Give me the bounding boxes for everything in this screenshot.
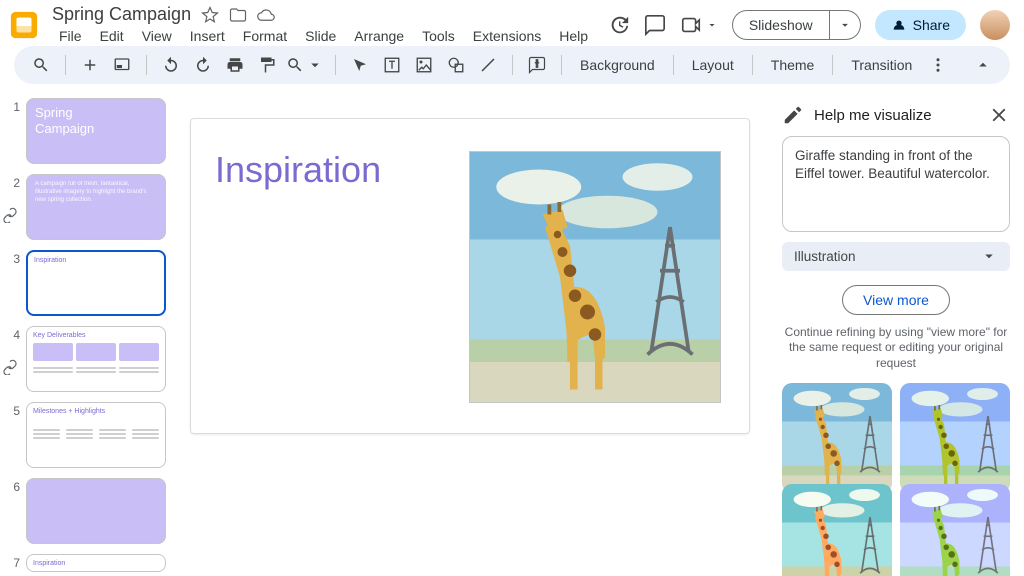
thumb-number: 3 [8,250,20,316]
thumb-3-title: Inspiration [28,252,164,264]
style-select[interactable]: Illustration [782,242,1010,271]
doc-title[interactable]: Spring Campaign [52,4,191,25]
select-tool[interactable] [345,50,375,80]
collapse-toolbar-button[interactable] [968,50,998,80]
zoom-button[interactable] [284,50,326,80]
thumb-number: 7 [8,554,20,572]
thumb-slide-7[interactable]: Inspiration [26,554,166,572]
search-menus-button[interactable] [26,50,56,80]
thumb-number: 6 [8,478,20,544]
link-icon [2,359,18,375]
link-icon [2,207,18,223]
thumb-2-text: A campaign full of fresh, fantastical, i… [27,175,165,210]
meet-icon[interactable] [680,14,702,36]
layout-button[interactable]: Layout [683,53,743,77]
new-slide-template-button[interactable] [107,50,137,80]
redo-button[interactable] [188,50,218,80]
toolbar-overflow-button[interactable] [923,50,953,80]
menu-file[interactable]: File [52,26,89,46]
comments-icon[interactable] [644,14,666,36]
person-icon [891,17,907,33]
style-select-value: Illustration [794,249,856,264]
menu-format[interactable]: Format [236,26,294,46]
move-folder-icon[interactable] [229,6,247,24]
star-icon[interactable] [201,6,219,24]
result-image-4[interactable] [900,484,1010,576]
current-slide[interactable]: Inspiration [190,118,750,434]
line-tool[interactable] [473,50,503,80]
thumb-slide-1[interactable]: Spring Campaign [26,98,166,164]
panel-title: Help me visualize [814,107,932,124]
thumb-4-title: Key Deliverables [27,327,165,339]
menu-extensions[interactable]: Extensions [466,26,548,46]
textbox-tool[interactable] [377,50,407,80]
slide-heading[interactable]: Inspiration [215,149,381,191]
thumb-slide-2[interactable]: A campaign full of fresh, fantastical, i… [26,174,166,240]
toolbar: Background Layout Theme Transition [14,46,1010,84]
menu-slide[interactable]: Slide [298,26,343,46]
refine-hint: Continue refining by using "view more" f… [782,325,1010,372]
slideshow-button[interactable]: Slideshow [732,10,830,40]
menu-edit[interactable]: Edit [93,26,131,46]
thumb-1-title: Spring Campaign [27,99,165,142]
menubar: File Edit View Insert Format Slide Arran… [52,26,595,46]
thumb-slide-4[interactable]: Key Deliverables [26,326,166,392]
theme-button[interactable]: Theme [762,53,824,77]
print-button[interactable] [220,50,250,80]
transition-button[interactable]: Transition [842,53,921,77]
share-label: Share [913,17,950,33]
help-me-visualize-panel: Help me visualize Giraffe standing in fr… [768,92,1024,576]
thumb-slide-5[interactable]: Milestones + Highlights [26,402,166,468]
thumb-number: 1 [8,98,20,164]
prompt-input[interactable]: Giraffe standing in front of the Eiffel … [782,136,1010,232]
thumb-slide-3[interactable]: Inspiration [26,250,166,316]
history-icon[interactable] [608,14,630,36]
view-more-button[interactable]: View more [842,285,950,315]
slide-inserted-image[interactable] [469,151,721,403]
slideshow-label: Slideshow [749,17,813,33]
menu-tools[interactable]: Tools [415,26,462,46]
thumb-slide-6[interactable] [26,478,166,544]
menu-arrange[interactable]: Arrange [347,26,411,46]
menu-view[interactable]: View [135,26,179,46]
result-image-3[interactable] [782,484,892,576]
thumb-number: 5 [8,402,20,468]
thumb-5-title: Milestones + Highlights [27,403,165,415]
slide-canvas[interactable]: Inspiration [172,92,768,576]
new-slide-button[interactable] [75,50,105,80]
account-avatar[interactable] [980,10,1010,40]
background-button[interactable]: Background [571,53,664,77]
close-icon[interactable] [988,104,1010,126]
paint-format-button[interactable] [252,50,282,80]
cloud-saved-icon[interactable] [257,6,275,24]
image-tool[interactable] [409,50,439,80]
app-logo[interactable] [8,9,40,41]
undo-button[interactable] [156,50,186,80]
shape-tool[interactable] [441,50,471,80]
slideshow-caret-button[interactable] [830,10,861,40]
caret-down-icon[interactable] [706,19,718,31]
result-image-1[interactable] [782,383,892,493]
menu-help[interactable]: Help [552,26,595,46]
share-button[interactable]: Share [875,10,966,40]
thumb-7-title: Inspiration [27,555,165,567]
result-image-2[interactable] [900,383,1010,493]
comment-tool[interactable] [522,50,552,80]
menu-insert[interactable]: Insert [183,26,232,46]
caret-down-icon [980,247,998,265]
slide-thumbnails: 1 Spring Campaign 2 A campaign full of f… [0,92,172,576]
pencil-spark-icon [782,104,804,126]
generated-results [782,383,1010,576]
